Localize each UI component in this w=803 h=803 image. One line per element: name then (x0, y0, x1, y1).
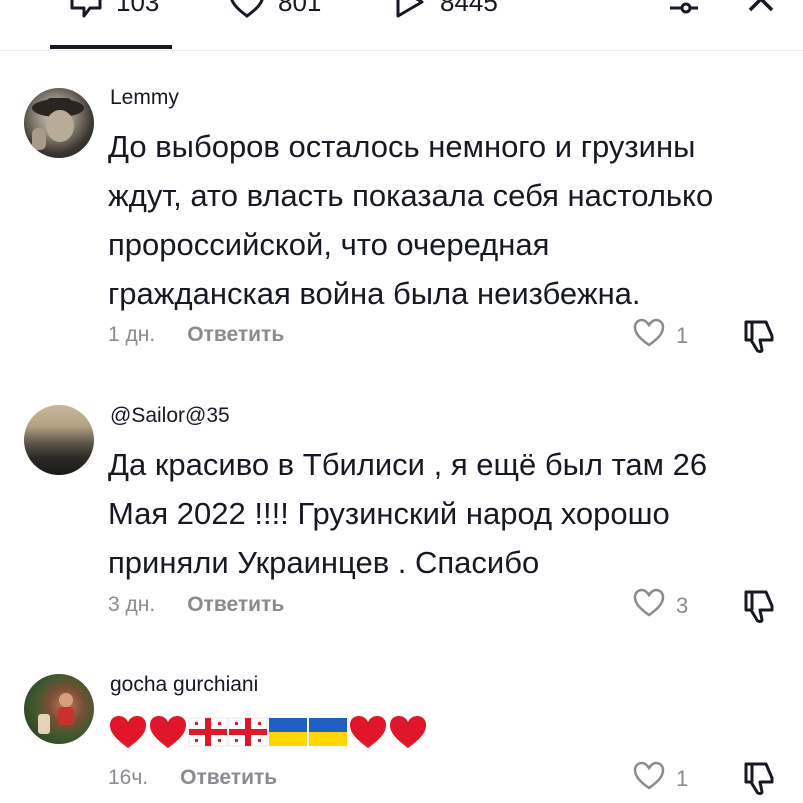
avatar[interactable] (24, 405, 94, 475)
comment-emoji-text (108, 714, 428, 750)
comments-header: 103 801 8445 (0, 0, 803, 51)
red-heart-emoji (150, 716, 186, 748)
red-heart-emoji (110, 716, 146, 748)
heart-icon (228, 0, 266, 20)
comment-time: 1 дн. (108, 323, 156, 346)
like-button[interactable]: 1 (632, 761, 688, 797)
share-arrow-icon (392, 0, 428, 20)
reply-button[interactable]: Ответить (187, 323, 284, 347)
speech-bubble-icon (68, 0, 104, 20)
comment-meta: 1 дн. Ответить (108, 323, 284, 347)
like-count: 1 (676, 766, 689, 791)
comment-meta: 16ч. Ответить (108, 766, 277, 790)
red-heart-emoji (390, 716, 426, 748)
thumbs-down-icon[interactable] (742, 588, 776, 629)
comment-time: 3 дн. (108, 593, 156, 616)
heart-icon (632, 761, 666, 797)
comment-meta: 3 дн. Ответить (108, 593, 284, 617)
thumbs-down-icon[interactable] (742, 760, 776, 801)
reply-button[interactable]: Ответить (180, 766, 277, 790)
like-button[interactable]: 1 (632, 318, 688, 354)
comment-text: Да красиво в Тбилиси , я ещё был там 26 … (108, 447, 708, 580)
like-count: 3 (676, 593, 689, 618)
comment-time: 16ч. (108, 766, 149, 789)
sliders-icon[interactable] (666, 0, 702, 23)
comment-text: До выборов осталось немного и грузины жд… (108, 129, 714, 311)
georgia-flag-emoji (188, 717, 228, 747)
heart-icon (632, 318, 666, 354)
red-heart-emoji (350, 716, 386, 748)
tab-likes[interactable]: 801 (228, 0, 321, 20)
avatar[interactable] (24, 88, 94, 158)
heart-icon (632, 588, 666, 624)
ukraine-flag-emoji (309, 718, 347, 746)
tab-comments-count: 103 (116, 0, 160, 17)
georgia-flag-emoji (228, 717, 268, 747)
thumbs-down-icon[interactable] (742, 318, 776, 359)
like-count: 1 (676, 323, 689, 348)
reply-button[interactable]: Ответить (187, 593, 284, 617)
comment-username[interactable]: gocha gurchiani (110, 673, 258, 697)
like-button[interactable]: 3 (632, 588, 688, 624)
tab-shares[interactable]: 8445 (392, 0, 498, 20)
active-tab-indicator (50, 45, 172, 49)
comment-username[interactable]: Lemmy (110, 86, 179, 110)
tab-shares-count: 8445 (440, 0, 498, 17)
comment-username[interactable]: @Sailor@35 (110, 404, 230, 428)
ukraine-flag-emoji (269, 718, 307, 746)
close-icon[interactable] (746, 0, 776, 23)
avatar[interactable] (24, 674, 94, 744)
tab-likes-count: 801 (278, 0, 322, 17)
tab-comments[interactable]: 103 (68, 0, 159, 20)
